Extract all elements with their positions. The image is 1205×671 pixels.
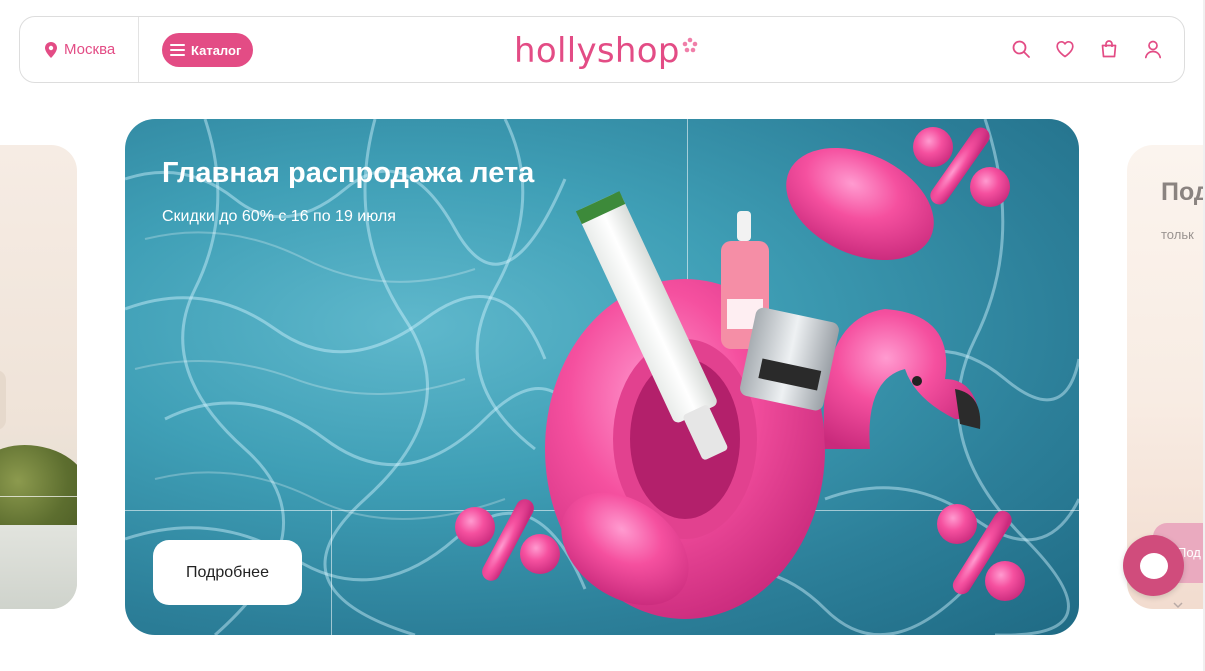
slide-image-bush [0, 445, 77, 535]
chat-icon [1139, 552, 1168, 579]
logo[interactable]: hollyshop [514, 31, 698, 71]
city-selector[interactable]: Москва [44, 41, 115, 58]
slide-image-water [0, 525, 77, 609]
chevron-down-icon [1173, 602, 1183, 609]
more-button[interactable]: Подробнее [153, 540, 302, 605]
promo-banner[interactable]: Главная распродажа лета Скидки до 60% с … [125, 119, 1079, 635]
banner-subtitle: Скидки до 60% с 16 по 19 июля [162, 208, 396, 225]
flower-icon [682, 37, 698, 53]
header-icons [1010, 38, 1164, 60]
location-pin-icon [45, 41, 57, 58]
percent-float-left [455, 499, 560, 581]
bag-icon[interactable] [1098, 38, 1120, 60]
city-label: Москва [64, 41, 116, 58]
chat-button[interactable] [1123, 535, 1184, 596]
catalog-label: Каталог [191, 42, 242, 58]
prev-slide[interactable] [0, 145, 77, 609]
logo-text: hollyshop [514, 31, 680, 71]
slide-decoration [0, 370, 6, 430]
banner-title: Главная распродажа лета [162, 157, 535, 189]
site-header: Москва Каталог hollyshop [19, 16, 1185, 83]
slide-gridline [0, 496, 77, 497]
menu-icon [170, 44, 185, 56]
heart-icon[interactable] [1054, 38, 1076, 60]
header-divider [138, 17, 139, 82]
percent-float-top [913, 127, 1010, 207]
next-slide-title: Под [1161, 178, 1205, 206]
percent-float-right [937, 504, 1025, 601]
user-icon[interactable] [1142, 38, 1164, 60]
search-icon[interactable] [1010, 38, 1032, 60]
next-slide-subtitle: тольк [1161, 227, 1194, 242]
catalog-button[interactable]: Каталог [162, 33, 254, 67]
